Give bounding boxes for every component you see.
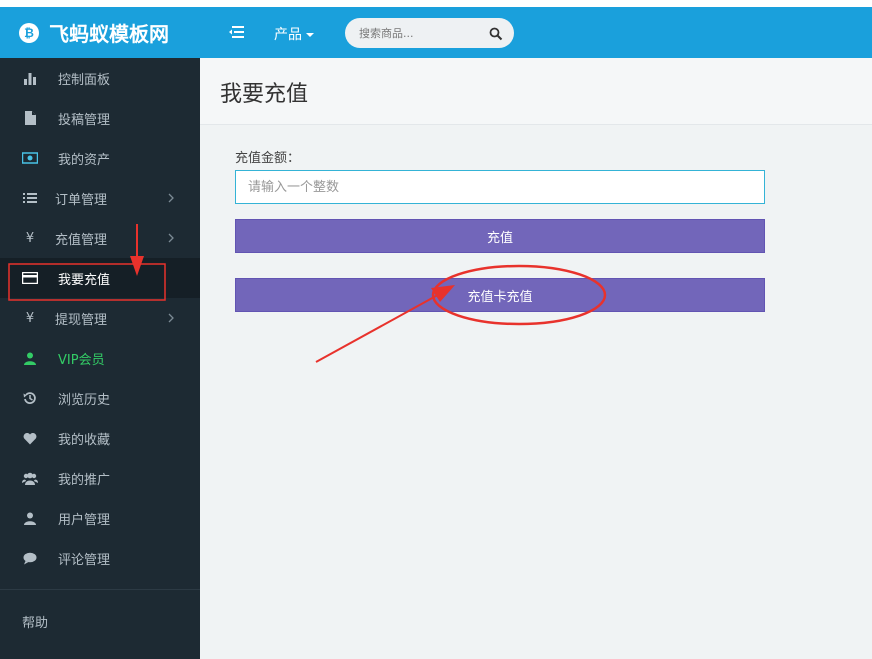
sidebar-item-label: 我的资产 [58,153,111,168]
user-icon [22,511,38,525]
sidebar-item-label: 控制面板 [58,73,111,88]
sidebar-item-orders[interactable]: 订单管理 [0,178,200,218]
sidebar-item-label: 我的推广 [58,473,111,488]
brand[interactable]: ₿ 飞蚂蚁模板网 [0,7,200,58]
yen-icon: ¥ [25,310,35,326]
sidebar-item-label: 投稿管理 [58,113,111,128]
list-icon [22,191,38,205]
sidebar-item-withdraw[interactable]: ¥ 提现管理 [0,298,200,338]
chevron-right-icon [167,191,175,205]
card-recharge-button[interactable]: 充值卡充值 [235,278,765,312]
sidebar-item-label: 我要充值 [58,273,111,288]
chevron-right-icon [167,231,175,245]
caret-down-icon [306,33,314,37]
sidebar-item-label: VIP会员 [58,353,105,368]
bitcoin-logo-icon: ₿ [19,22,39,43]
sidebar-item-label: 提现管理 [55,313,108,328]
yen-icon: ¥ [25,230,35,246]
sidebar-item-recharge-management[interactable]: ¥ 充值管理 [0,218,200,258]
help-link[interactable]: 帮助 [22,612,48,631]
search-box [345,18,514,48]
sidebar-item-users[interactable]: 用户管理 [0,498,200,538]
heart-icon [22,431,38,445]
sidebar-item-recharge[interactable]: 我要充值 [0,258,200,298]
menu-toggle-icon[interactable] [228,23,246,41]
sidebar-item-vip[interactable]: VIP会员 [0,338,200,378]
product-menu[interactable]: 产品 [274,24,314,44]
user-icon [22,351,38,365]
top-strip [0,0,872,7]
amount-input[interactable] [235,170,765,204]
page-header: 我要充值 [200,58,872,125]
sidebar-divider [0,589,200,590]
history-icon [22,391,38,405]
money-icon [22,151,38,165]
sidebar-item-label: 订单管理 [55,193,108,208]
sidebar-item-label: 充值管理 [55,233,108,248]
sidebar-item-history[interactable]: 浏览历史 [0,378,200,418]
sidebar-item-label: 浏览历史 [58,393,111,408]
sidebar-item-label: 用户管理 [58,513,111,528]
sidebar-item-label: 评论管理 [58,553,111,568]
top-navbar: 产品 [200,7,872,58]
bar-chart-icon [22,71,38,85]
sidebar-item-assets[interactable]: 我的资产 [0,138,200,178]
comment-icon [22,551,38,565]
page-title: 我要充值 [220,82,309,107]
sidebar-item-submissions[interactable]: 投稿管理 [0,98,200,138]
sidebar-item-dashboard[interactable]: 控制面板 [0,58,200,98]
brand-name: 飞蚂蚁模板网 [49,22,169,46]
credit-card-icon [22,271,38,285]
users-icon [22,471,38,485]
amount-label: 充值金额： [235,151,301,166]
sidebar: 控制面板 投稿管理 我的资产 订单管理 ¥ 充值管理 我要充值 ¥ 提现管理 V… [0,58,200,659]
recharge-button[interactable]: 充值 [235,219,765,253]
sidebar-item-promotion[interactable]: 我的推广 [0,458,200,498]
sidebar-item-comments[interactable]: 评论管理 [0,538,200,578]
sidebar-item-favorites[interactable]: 我的收藏 [0,418,200,458]
search-icon[interactable] [489,26,503,41]
chevron-right-icon [167,311,175,325]
file-icon [22,111,38,125]
sidebar-item-label: 我的收藏 [58,433,111,448]
product-menu-label: 产品 [274,27,302,43]
search-input[interactable] [359,23,484,43]
